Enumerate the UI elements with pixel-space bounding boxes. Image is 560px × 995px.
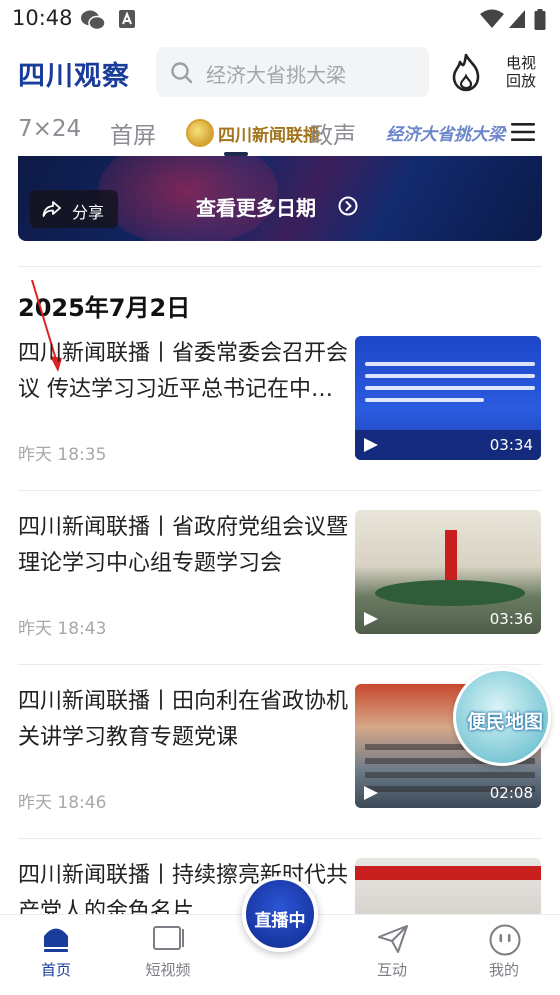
convenience-map-badge[interactable]: 便民地图 bbox=[453, 668, 551, 766]
play-icon bbox=[364, 612, 378, 626]
nav-home-label: 首页 bbox=[40, 961, 71, 979]
live-button[interactable]: 直播中 bbox=[242, 876, 318, 952]
nav-profile[interactable]: 我的 bbox=[464, 915, 544, 995]
video-thumbnail[interactable]: 03:36 bbox=[355, 510, 541, 634]
play-icon bbox=[364, 786, 378, 800]
search-bar[interactable]: 经济大省挑大梁 bbox=[156, 47, 429, 97]
nav-interact-label: 互动 bbox=[376, 961, 407, 979]
nav-short-video-label: 短视频 bbox=[145, 961, 191, 979]
news-title[interactable]: 四川新闻联播丨省政府党组会议暨理论学习中心组专题学习会 bbox=[18, 510, 348, 582]
news-time: 昨天 18:46 bbox=[18, 793, 107, 813]
list-item[interactable]: 四川新闻联播丨省委常委会召开会议 传达学习习近平总书记在中央政治局会议上的重要讲… bbox=[0, 336, 560, 510]
video-thumbnail[interactable]: 03:34 bbox=[355, 336, 541, 460]
tab-sichuan-news[interactable]: 四川新闻联播 bbox=[186, 116, 320, 150]
search-placeholder: 经济大省挑大梁 bbox=[206, 63, 346, 87]
channel-tabs: 7×24 首屏 四川新闻联播 政声 经济大省挑大梁 bbox=[0, 104, 560, 156]
app-logo[interactable]: 四川观察 bbox=[18, 54, 130, 93]
thumbnail-text-lines bbox=[365, 362, 535, 410]
signal-icon bbox=[509, 10, 525, 28]
more-dates-link[interactable]: 查看更多日期 bbox=[196, 192, 316, 221]
thumbnail-table bbox=[375, 580, 525, 606]
home-icon bbox=[44, 928, 68, 952]
news-title[interactable]: 四川新闻联播丨田向利在省政协机关讲学习教育专题党课 bbox=[18, 684, 348, 756]
nav-short-video[interactable]: 短视频 bbox=[128, 915, 208, 995]
tab-economy[interactable]: 经济大省挑大梁 bbox=[386, 120, 505, 145]
video-thumbnail[interactable] bbox=[355, 858, 541, 914]
tab-political-voice[interactable]: 政声 bbox=[310, 116, 356, 150]
short-video-icon bbox=[153, 926, 184, 950]
flame-icon[interactable] bbox=[448, 52, 484, 92]
program-banner: 分享 查看更多日期 bbox=[18, 156, 542, 241]
battery-icon bbox=[534, 9, 546, 30]
thumbnail-banner bbox=[355, 866, 541, 880]
live-label: 直播中 bbox=[254, 911, 306, 931]
tab-home-screen[interactable]: 首屏 bbox=[110, 116, 156, 150]
tab-7x24[interactable]: 7×24 bbox=[18, 116, 81, 142]
status-bar: 10:48 bbox=[0, 0, 560, 38]
share-icon bbox=[42, 201, 61, 217]
news-title[interactable]: 四川新闻联播丨省委常委会召开会议 传达学习习近平总书记在中央政治局会议上的重要讲… bbox=[18, 336, 348, 408]
tv-replay-label-line1: 电视 bbox=[506, 54, 537, 72]
video-duration: 03:36 bbox=[489, 610, 533, 628]
nav-interact[interactable]: 互动 bbox=[352, 915, 432, 995]
share-button[interactable]: 分享 bbox=[30, 190, 118, 228]
search-icon bbox=[171, 62, 193, 84]
menu-icon[interactable] bbox=[511, 122, 535, 142]
video-duration: 03:34 bbox=[489, 436, 533, 454]
tv-replay-button[interactable]: 电视 回放 bbox=[506, 54, 536, 90]
thumbnail-flag bbox=[445, 530, 457, 580]
video-duration: 02:08 bbox=[489, 784, 533, 802]
notification-a-icon bbox=[119, 10, 135, 28]
news-time: 昨天 18:35 bbox=[18, 445, 107, 465]
tv-replay-label-line2: 回放 bbox=[506, 72, 537, 90]
divider bbox=[18, 266, 542, 267]
convenience-map-label: 便民地图 bbox=[466, 711, 543, 733]
paper-plane-icon bbox=[378, 925, 408, 953]
smiley-face-icon bbox=[489, 924, 521, 956]
status-time: 10:48 bbox=[12, 6, 73, 30]
wifi-icon bbox=[480, 9, 504, 28]
app-header: 四川观察 经济大省挑大梁 电视 回放 bbox=[0, 42, 560, 102]
wechat-icon bbox=[81, 10, 106, 31]
divider bbox=[18, 838, 542, 839]
share-label: 分享 bbox=[72, 203, 105, 222]
divider bbox=[18, 664, 542, 665]
chevron-circle-right-icon[interactable] bbox=[338, 196, 358, 216]
nav-profile-label: 我的 bbox=[488, 961, 519, 979]
tab-sichuan-news-label: 四川新闻联播 bbox=[218, 125, 320, 146]
list-item[interactable]: 四川新闻联播丨省政府党组会议暨理论学习中心组专题学习会 昨天 18:43 03:… bbox=[0, 510, 560, 684]
news-emblem-icon bbox=[186, 119, 214, 147]
divider bbox=[18, 490, 542, 491]
play-icon bbox=[364, 438, 378, 452]
nav-home[interactable]: 首页 bbox=[16, 915, 96, 995]
news-time: 昨天 18:43 bbox=[18, 619, 107, 639]
